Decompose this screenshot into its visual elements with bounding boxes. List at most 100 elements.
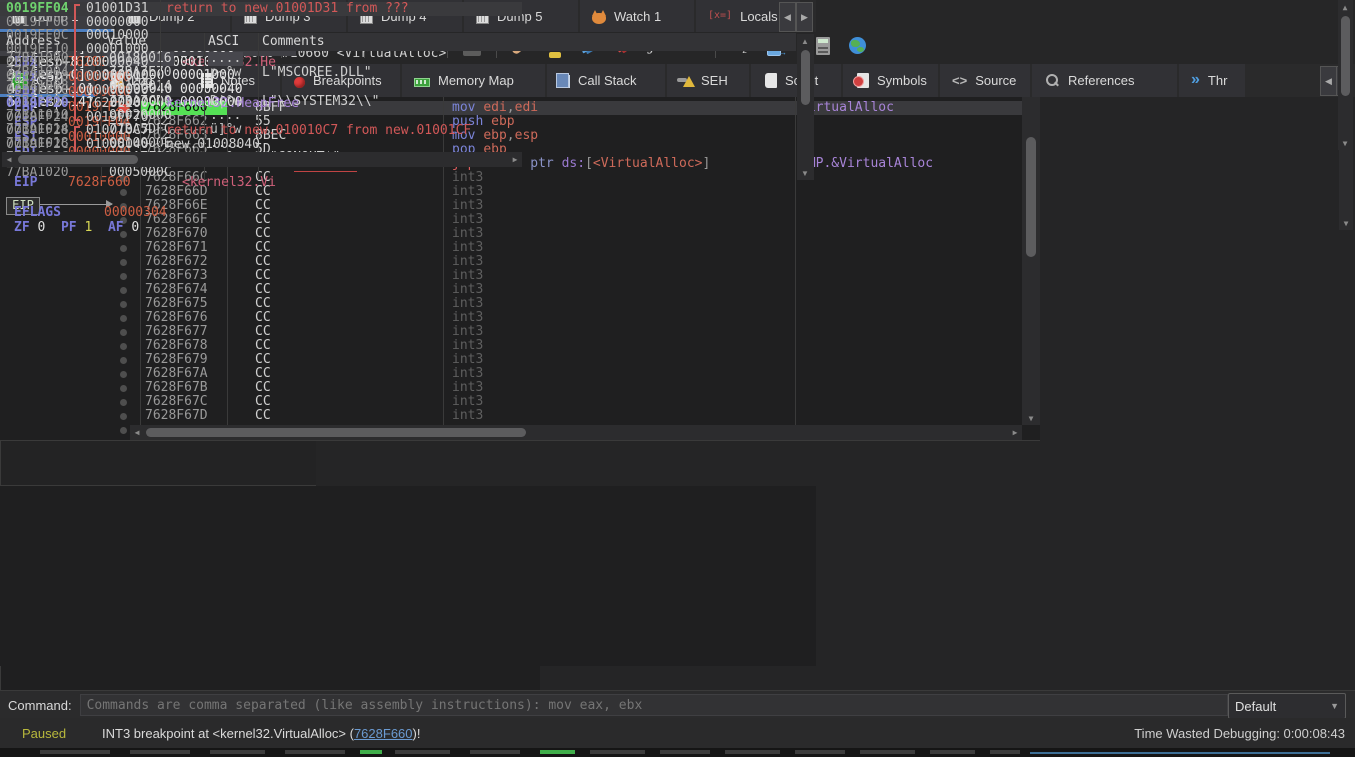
gutter-dot-icon[interactable] <box>120 385 127 392</box>
stack-row[interactable]: 0019FF1400000040 <box>0 56 522 70</box>
disasm-vertical-scrollbar[interactable]: ▼ <box>1022 97 1040 425</box>
instruction-text: int3 <box>452 283 483 297</box>
gutter-dot-icon[interactable] <box>120 371 127 378</box>
gutter-dot-icon[interactable] <box>120 259 127 266</box>
stack-vscroll-thumb[interactable] <box>1341 16 1350 96</box>
taskbar-segment <box>470 750 520 754</box>
disasm-row[interactable]: 7628F679CCint3 <box>0 353 1022 367</box>
disasm-row[interactable]: 7628F673CCint3 <box>0 269 1022 283</box>
disasm-row[interactable]: 7628F67CCCint3 <box>0 395 1022 409</box>
locals-icon: [x=] <box>708 8 732 24</box>
disasm-vscroll-thumb[interactable] <box>1026 137 1036 257</box>
gutter-dot-icon[interactable] <box>120 245 127 252</box>
disasm-row[interactable]: 7628F678CCint3 <box>0 339 1022 353</box>
gutter-dot-icon[interactable] <box>120 315 127 322</box>
disasm-row[interactable]: 7628F677CCint3 <box>0 325 1022 339</box>
taskbar-segment <box>930 750 975 754</box>
gutter-dot-icon[interactable] <box>120 301 127 308</box>
scroll-down-icon[interactable]: ▼ <box>1339 216 1353 230</box>
scroll-right-icon[interactable]: ▶ <box>508 152 522 166</box>
chevron-down-icon: ▼ <box>1324 701 1339 711</box>
gutter-dot-icon[interactable] <box>120 287 127 294</box>
disasm-row[interactable]: 7628F67ACCint3 <box>0 367 1022 381</box>
disasm-horizontal-scrollbar[interactable]: ◀ ▶ <box>130 425 1022 440</box>
disasm-row[interactable]: 7628F674CCint3 <box>0 283 1022 297</box>
stack-vertical-scrollbar[interactable]: ▲ ▼ <box>1338 0 1353 150</box>
disasm-row[interactable]: 7628F672CCint3 <box>0 255 1022 269</box>
register-row[interactable] <box>0 190 296 205</box>
instruction-text: int3 <box>452 409 483 423</box>
stack-row[interactable]: 0019FF0C00010000 <box>0 29 522 43</box>
taskbar-segment <box>540 750 575 754</box>
stack-row[interactable]: 0019FF1000001000 <box>0 43 522 57</box>
dump-tab-scroll-right-button[interactable]: ▶ <box>796 2 813 32</box>
globe-icon <box>849 37 866 54</box>
gutter-dot-icon[interactable] <box>120 413 127 420</box>
dump-row[interactable]: 77BA10200005000C <box>0 166 796 180</box>
stack-frame-bracket <box>74 56 82 70</box>
scroll-down-icon[interactable]: ▼ <box>1024 411 1038 425</box>
tab-scroll-left-button[interactable]: ◀ <box>1320 66 1337 96</box>
command-profile-select[interactable]: Default ▼ <box>1228 693 1346 719</box>
stack-frame-bracket <box>74 29 82 43</box>
tab-symbols[interactable]: Symbols <box>843 64 938 97</box>
gutter-dot-icon[interactable] <box>120 357 127 364</box>
breakpoint-address-link[interactable]: 7628F660 <box>354 726 413 741</box>
stack-row[interactable]: 0019FF0401001D31return to new.01001D31 f… <box>0 2 522 16</box>
scroll-down-icon[interactable]: ▼ <box>798 166 812 180</box>
disasm-row[interactable]: 7628F676CCint3 <box>0 311 1022 325</box>
stack-horizontal-scrollbar[interactable]: ◀ ▶ <box>2 152 522 167</box>
dump-vertical-scrollbar[interactable]: ▲ ▼ <box>797 34 814 180</box>
globe-button[interactable] <box>842 32 872 60</box>
scroll-left-icon[interactable]: ◀ <box>2 152 16 166</box>
tab-watch-1[interactable]: Watch 1 <box>580 0 694 32</box>
dump-vscroll-thumb[interactable] <box>801 50 810 105</box>
register-row[interactable]: EFLAGS00000304 <box>0 205 296 220</box>
scroll-right-icon[interactable]: ▶ <box>1008 425 1022 439</box>
gutter-dot-icon[interactable] <box>120 273 127 280</box>
tab-source[interactable]: <>Source <box>940 64 1030 97</box>
taskbar-segment <box>40 750 110 754</box>
stack-frame-bracket <box>74 70 82 84</box>
gutter-dot-icon[interactable] <box>120 329 127 336</box>
dump-tab-scroll-left-button[interactable]: ◀ <box>779 2 796 32</box>
stack-value: 00000000 <box>86 16 149 30</box>
references-icon <box>1044 73 1060 89</box>
gutter-dot-icon <box>120 427 127 434</box>
scroll-up-icon[interactable]: ▲ <box>798 34 812 48</box>
dump-panel[interactable]: Dump 1Dump 2Dump 3Dump 4Dump 5Watch 1[x=… <box>0 486 816 666</box>
scroll-down-icon[interactable]: ▼ <box>1338 136 1352 150</box>
instruction-bytes: CC <box>255 367 271 381</box>
disasm-row[interactable]: 7628F67DCCint3 <box>0 409 1022 423</box>
stack-hscroll-thumb[interactable] <box>18 155 138 164</box>
stack-row[interactable]: 0019FF1800000000 <box>0 70 522 84</box>
command-input[interactable] <box>80 694 1228 716</box>
instruction-text: int3 <box>452 325 483 339</box>
stack-frame-bracket <box>74 43 82 57</box>
tab-thr[interactable]: »Thr <box>1179 64 1245 97</box>
scroll-left-icon[interactable]: ◀ <box>130 425 144 439</box>
tab-references[interactable]: References <box>1032 64 1177 97</box>
taskbar-segment <box>795 750 845 754</box>
stack-row[interactable]: 0019FF0800000000 <box>0 16 522 30</box>
disasm-row[interactable]: 7628F67BCCint3 <box>0 381 1022 395</box>
stack-row[interactable]: 0019FF1C00000000 <box>0 84 522 98</box>
stack-address: 0019FF04 <box>6 2 69 16</box>
gutter-dot-icon[interactable] <box>120 399 127 406</box>
instruction-address: 7628F677 <box>141 325 227 339</box>
stack-row[interactable]: 0019FF28010010C7return to new.010010C7 f… <box>0 124 522 138</box>
flags-row[interactable]: ZF 0 PF 1 AF 0 <box>14 220 310 235</box>
instruction-text: int3 <box>452 185 483 199</box>
stack-value: 00001000 <box>86 43 149 57</box>
stack-row[interactable]: 0019FF240019FF70 <box>0 111 522 125</box>
stack-row[interactable]: 0019FF207628E200kernel32.HeapFree <box>0 97 522 111</box>
disasm-hscroll-thumb[interactable] <box>146 428 526 437</box>
scroll-up-icon[interactable]: ▲ <box>1338 0 1352 14</box>
stack-row[interactable]: 0019FF2C01008040new.01008040 <box>0 138 522 152</box>
instruction-bytes: CC <box>255 297 271 311</box>
disasm-row[interactable]: 7628F671CCint3 <box>0 241 1022 255</box>
debugger-state-badge: Paused <box>0 726 102 741</box>
disasm-row[interactable]: 7628F675CCint3 <box>0 297 1022 311</box>
gutter-dot-icon[interactable] <box>120 343 127 350</box>
symbols-icon <box>857 73 869 88</box>
